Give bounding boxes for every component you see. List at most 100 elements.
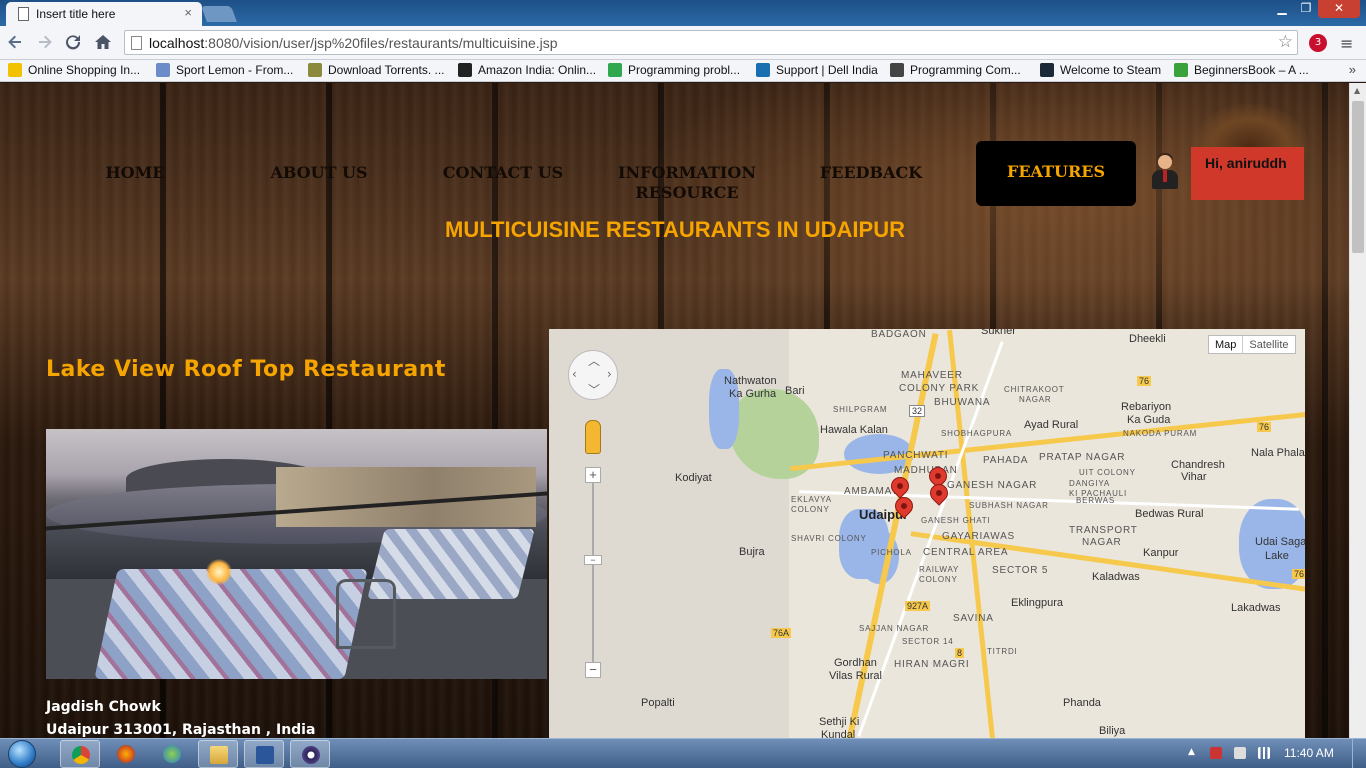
page-icon [18, 7, 29, 21]
tray-overflow-icon[interactable]: ▲ [1188, 747, 1195, 757]
nav-home[interactable]: HOME [60, 163, 210, 183]
map-label: NAGAR [1019, 395, 1052, 404]
star-icon[interactable]: ☆ [1278, 32, 1293, 52]
taskbar-eclipse[interactable] [290, 740, 330, 768]
arrow-right-icon[interactable] [34, 32, 56, 54]
bookmark-item[interactable]: Online Shopping In... [8, 63, 140, 77]
taskbar-firefox[interactable] [106, 740, 146, 768]
map-label: Vihar [1181, 471, 1207, 483]
map-zoom-slider[interactable] [592, 475, 594, 675]
map-label: CENTRAL AREA [923, 547, 1009, 558]
power-icon[interactable] [1234, 747, 1246, 759]
nav-feedback[interactable]: FEEDBACK [796, 163, 946, 183]
bookmark-favicon-icon [1174, 63, 1188, 77]
new-tab-button[interactable] [201, 6, 237, 22]
page-scrollbar[interactable]: ▲ [1349, 83, 1366, 738]
user-avatar-icon[interactable] [1150, 153, 1180, 189]
bookmark-item[interactable]: Support | Dell India [756, 63, 878, 77]
map-type-control: Map Satellite [1208, 335, 1296, 354]
bookmarks-bar: Online Shopping In... Sport Lemon - From… [0, 60, 1366, 82]
google-map[interactable]: Sukher Dheekli BADGAON Nathwaton Ka Gurh… [549, 329, 1305, 738]
bookmark-item[interactable]: Programming probl... [608, 63, 740, 77]
map-type-satellite-button[interactable]: Satellite [1243, 336, 1294, 354]
taskbar-chrome[interactable] [60, 740, 100, 768]
map-label: Kundal [821, 729, 856, 738]
page-title: MULTICUISINE RESTAURANTS IN UDAIPUR [445, 217, 905, 242]
map-label: Bujra [739, 546, 765, 558]
map-label: Vilas Rural [829, 670, 882, 682]
street-view-pegman-icon[interactable] [585, 420, 601, 454]
address-bar[interactable]: localhost:8080/vision/user/jsp%20files/r… [124, 30, 1298, 55]
map-label: Rebariyon [1121, 401, 1172, 413]
bookmark-favicon-icon [608, 63, 622, 77]
nav-contact-us[interactable]: CONTACT US [428, 163, 578, 183]
bookmarks-overflow-icon[interactable]: » [1349, 62, 1356, 77]
browser-toolbar: localhost:8080/vision/user/jsp%20files/r… [0, 26, 1366, 60]
map-label: MAHAVEER [901, 370, 963, 381]
bookmark-item[interactable]: Sport Lemon - From... [156, 63, 293, 77]
eclipse-icon [302, 746, 320, 764]
taskbar-word[interactable] [244, 740, 284, 768]
home-icon[interactable] [92, 32, 114, 54]
map-label: HIRAN MAGRI [894, 659, 970, 670]
map-pan-control[interactable]: ︿ ﹀ ‹ › [568, 350, 618, 400]
map-label: Kaladwas [1092, 571, 1140, 583]
bookmark-item[interactable]: Amazon India: Onlin... [458, 63, 596, 77]
photo-chair [336, 579, 396, 649]
folder-icon [210, 746, 228, 764]
bookmark-item[interactable]: Download Torrents. ... [308, 63, 445, 77]
map-label: RAILWAY [919, 565, 960, 574]
map-label: GANESH NAGAR [947, 480, 1038, 491]
arrow-left-icon[interactable] [4, 32, 26, 54]
network-signal-icon[interactable] [1258, 747, 1270, 759]
restaurant-name: Lake View Roof Top Restaurant [46, 357, 446, 382]
start-button[interactable] [8, 740, 36, 768]
minimize-button[interactable]: ▁ [1270, 0, 1294, 18]
chevron-left-icon[interactable]: ‹ [572, 367, 577, 381]
scrollbar-thumb[interactable] [1352, 101, 1364, 253]
map-label: NAKODA PURAM [1123, 429, 1198, 438]
extension-icon[interactable]: 3 [1309, 34, 1327, 52]
map-label: Nathwaton [724, 375, 777, 387]
map-label: Sethji Ki [819, 716, 860, 728]
map-label: Dheekli [1129, 333, 1166, 345]
nav-features-button[interactable]: FEATURES [976, 141, 1136, 206]
browser-tab-active[interactable]: Insert title here × [6, 2, 202, 26]
bookmark-item[interactable]: BeginnersBook – A ... [1174, 63, 1309, 77]
map-label: PICHOLA [871, 548, 912, 557]
zoom-out-button[interactable]: − [585, 662, 601, 678]
nav-information-resource[interactable]: INFORMATION RESOURCE [612, 163, 762, 203]
volume-muted-icon[interactable] [1210, 747, 1222, 759]
zoom-in-button[interactable]: + [585, 467, 601, 483]
system-clock[interactable]: 11:40 AM [1284, 746, 1334, 760]
map-label: Ka Gurha [729, 388, 777, 400]
map-label: BHUWANA [934, 397, 991, 408]
close-window-button[interactable]: ✕ [1318, 0, 1360, 18]
map-label: Bedwas Rural [1135, 508, 1204, 520]
avatar-tie [1163, 170, 1167, 182]
nav-about-us[interactable]: ABOUT US [244, 163, 394, 183]
user-greeting[interactable]: Hi, aniruddh [1191, 147, 1304, 200]
bookmark-favicon-icon [308, 63, 322, 77]
bookmark-item[interactable]: Welcome to Steam [1040, 63, 1161, 77]
map-highway-shield: 76 [1137, 376, 1152, 386]
tab-close-icon[interactable]: × [184, 5, 192, 20]
photo-candle [206, 559, 232, 585]
zoom-slider-handle[interactable]: − [584, 555, 602, 565]
bookmark-item[interactable]: Programming Com... [890, 63, 1021, 77]
taskbar-app[interactable] [152, 740, 192, 768]
chevron-right-icon[interactable]: › [607, 367, 612, 381]
chevron-up-icon[interactable]: ︿ [588, 352, 600, 369]
reload-icon[interactable] [62, 32, 84, 54]
menu-icon[interactable]: ≡ [1340, 34, 1353, 53]
taskbar-explorer[interactable] [198, 740, 238, 768]
restaurant-address-line1: Jagdish Chowk [46, 699, 161, 715]
show-desktop-button[interactable] [1352, 739, 1366, 768]
maximize-button[interactable]: ❐ [1294, 0, 1318, 18]
chevron-down-icon[interactable]: ﹀ [588, 381, 600, 398]
map-type-map-button[interactable]: Map [1209, 336, 1244, 354]
scroll-up-icon[interactable]: ▲ [1354, 86, 1360, 95]
bookmark-favicon-icon [8, 63, 22, 77]
map-label: Ka Guda [1127, 414, 1171, 426]
map-label: PANCHWATI [883, 450, 949, 461]
